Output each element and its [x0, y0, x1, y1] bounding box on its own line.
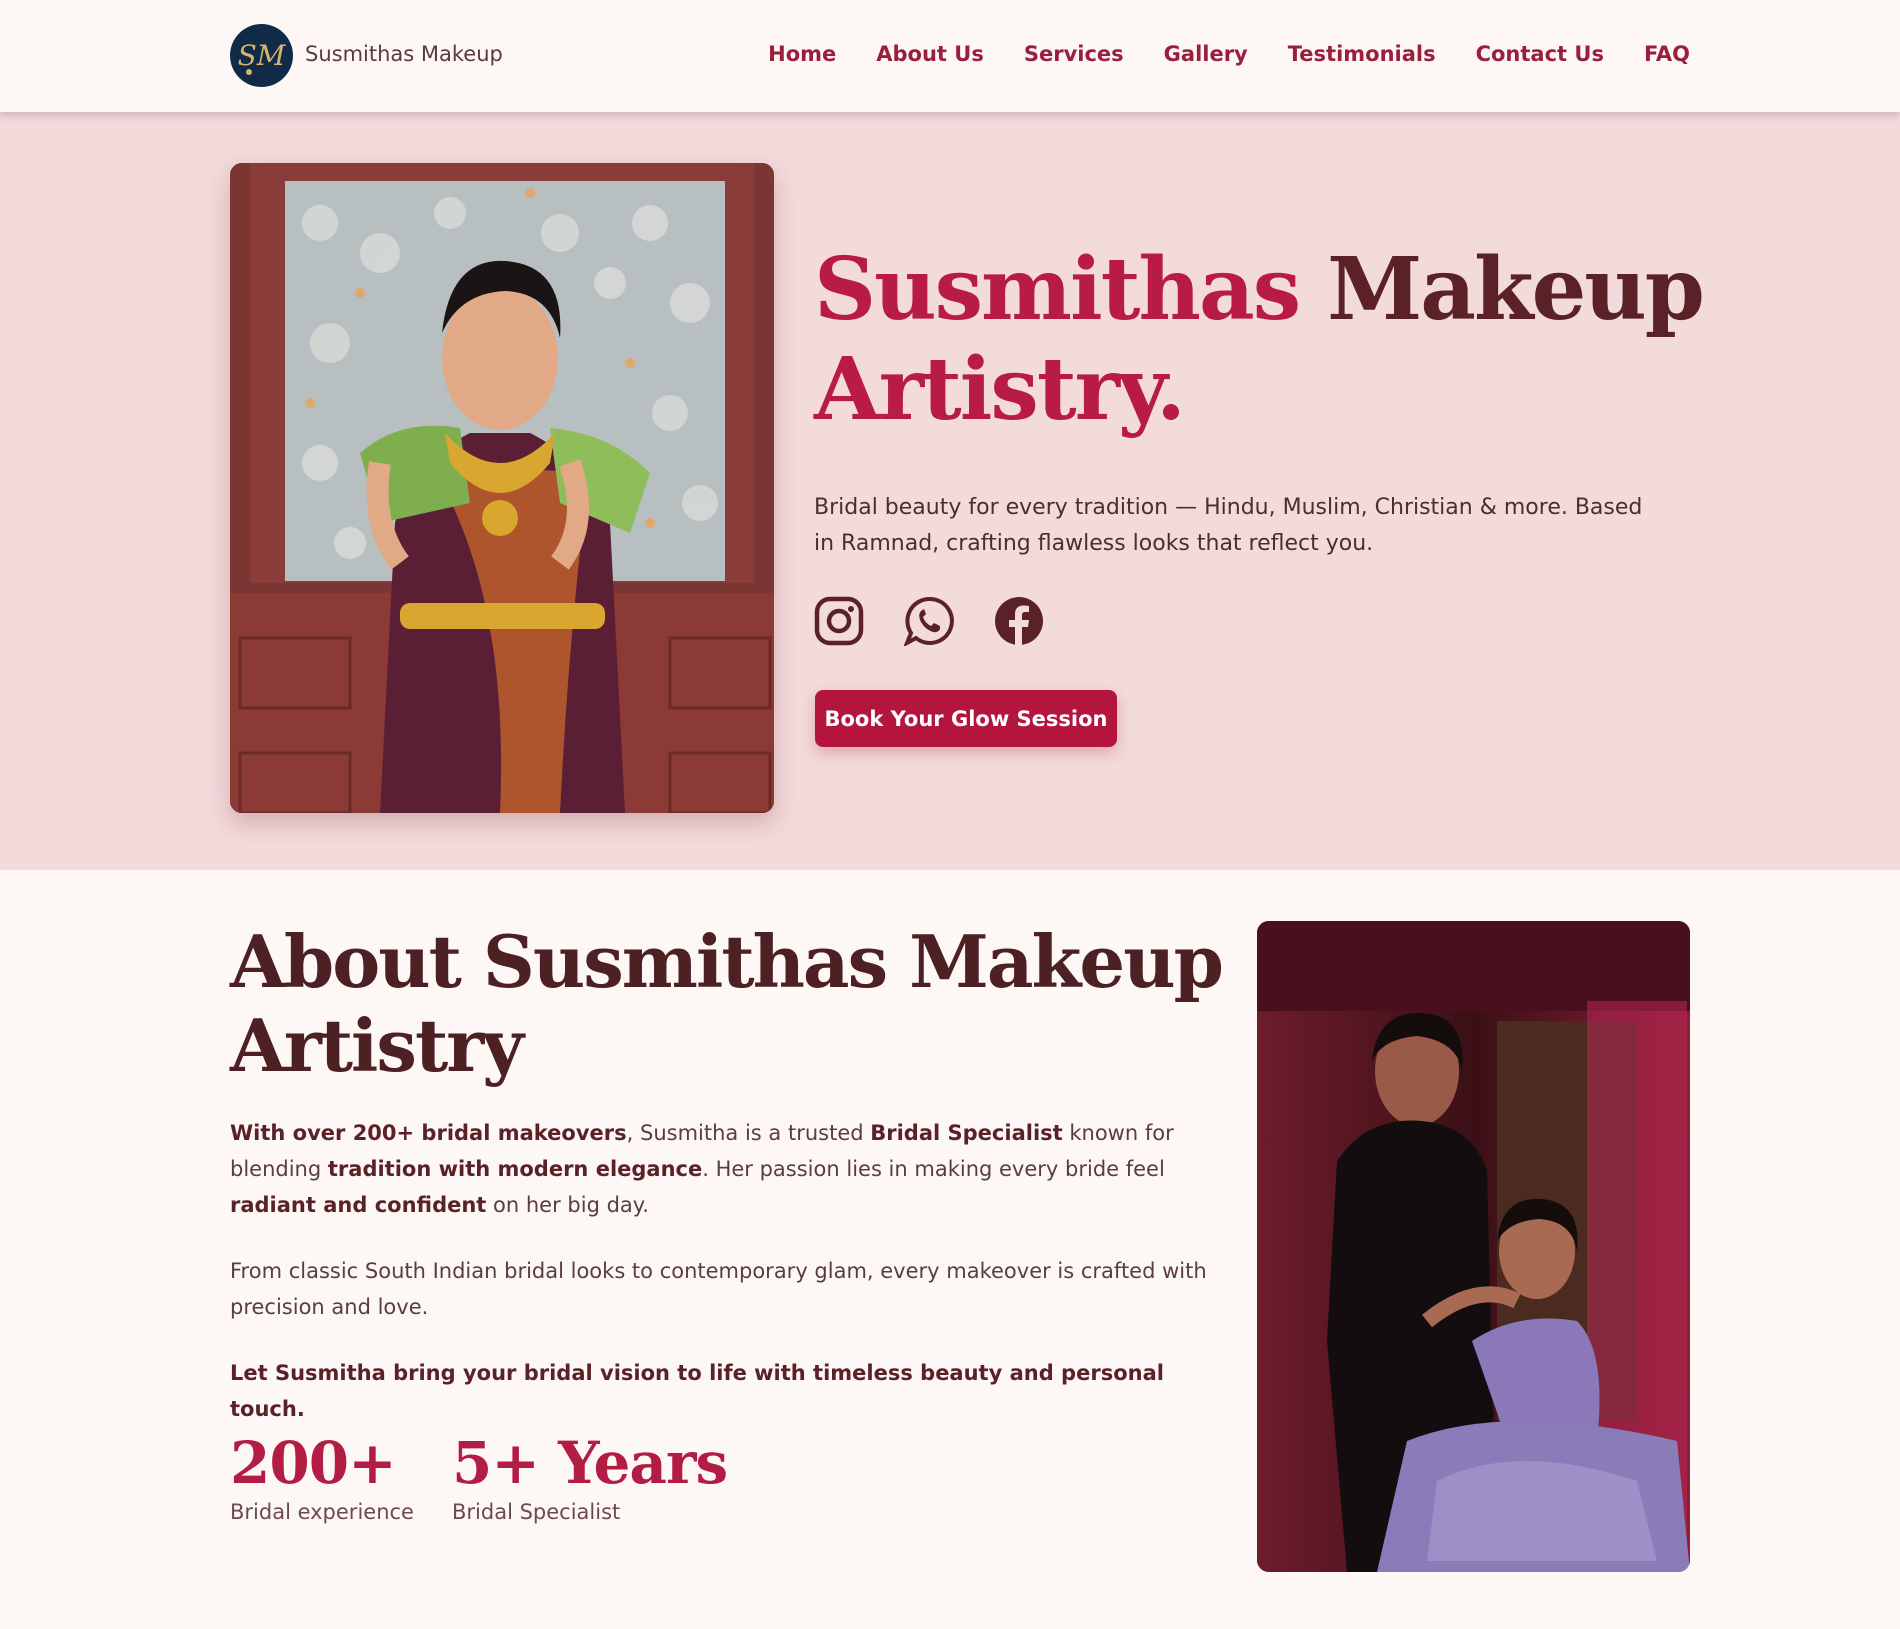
- hero-bride-photo: [230, 163, 774, 813]
- nav-faq[interactable]: FAQ: [1644, 42, 1690, 66]
- stat-years: 5+ Years Bridal Specialist: [452, 1428, 728, 1524]
- stat-bridal-experience: 200+ Bridal experience: [230, 1428, 414, 1524]
- logo-monogram-icon: SM: [230, 24, 293, 87]
- whatsapp-icon[interactable]: [904, 596, 954, 646]
- stat-value: 5+ Years: [452, 1429, 728, 1497]
- about-text: on her big day.: [486, 1193, 649, 1217]
- nav-about-us[interactable]: About Us: [876, 42, 984, 66]
- hero-title: Susmithas Makeup Artistry.: [814, 240, 1714, 440]
- about-highlight: radiant and confident: [230, 1193, 487, 1217]
- logo[interactable]: SM: [230, 24, 293, 87]
- about-highlight: tradition with modern elegance: [327, 1157, 703, 1181]
- nav-gallery[interactable]: Gallery: [1164, 42, 1248, 66]
- about-text: . Her passion lies in making every bride…: [702, 1157, 1165, 1181]
- book-session-button[interactable]: Book Your Glow Session: [815, 690, 1117, 747]
- stat-label: Bridal experience: [230, 1500, 414, 1524]
- about-text: , Susmitha is a trusted: [626, 1121, 871, 1145]
- nav-testimonials[interactable]: Testimonials: [1288, 42, 1436, 66]
- stat-value: 200+: [230, 1429, 397, 1497]
- hero-subtitle: Bridal beauty for every tradition — Hind…: [814, 495, 1643, 556]
- nav-home[interactable]: Home: [768, 42, 836, 66]
- main-nav: Home About Us Services Gallery Testimoni…: [768, 42, 1690, 66]
- hero-title-dark: Makeup: [1327, 239, 1705, 340]
- about-paragraph-1: With over 200+ bridal makeovers, Susmith…: [230, 1115, 1230, 1223]
- svg-text:SM: SM: [238, 39, 287, 72]
- instagram-icon[interactable]: [814, 596, 864, 646]
- nav-services[interactable]: Services: [1024, 42, 1124, 66]
- about-paragraph-2: From classic South Indian bridal looks t…: [230, 1259, 1207, 1319]
- nav-contact-us[interactable]: Contact Us: [1476, 42, 1604, 66]
- site-header: SM Susmithas Makeup Home About Us Servic…: [0, 0, 1900, 112]
- about-highlight: With over 200+ bridal makeovers: [230, 1121, 627, 1145]
- about-paragraph-3: Let Susmitha bring your bridal vision to…: [230, 1361, 1164, 1421]
- about-title: About Susmithas Makeup Artistry: [230, 919, 1224, 1088]
- hero-title-line2: Artistry.: [814, 339, 1186, 440]
- hero-title-accent: Susmithas: [814, 239, 1301, 340]
- social-links: [814, 596, 1044, 646]
- about-artist-photo: [1257, 921, 1690, 1572]
- about-highlight: Bridal Specialist: [870, 1121, 1063, 1145]
- brand-name[interactable]: Susmithas Makeup: [305, 42, 503, 66]
- stat-label: Bridal Specialist: [452, 1500, 621, 1524]
- facebook-icon[interactable]: [994, 596, 1044, 646]
- hero-section: Susmithas Makeup Artistry. Bridal beauty…: [0, 112, 1900, 870]
